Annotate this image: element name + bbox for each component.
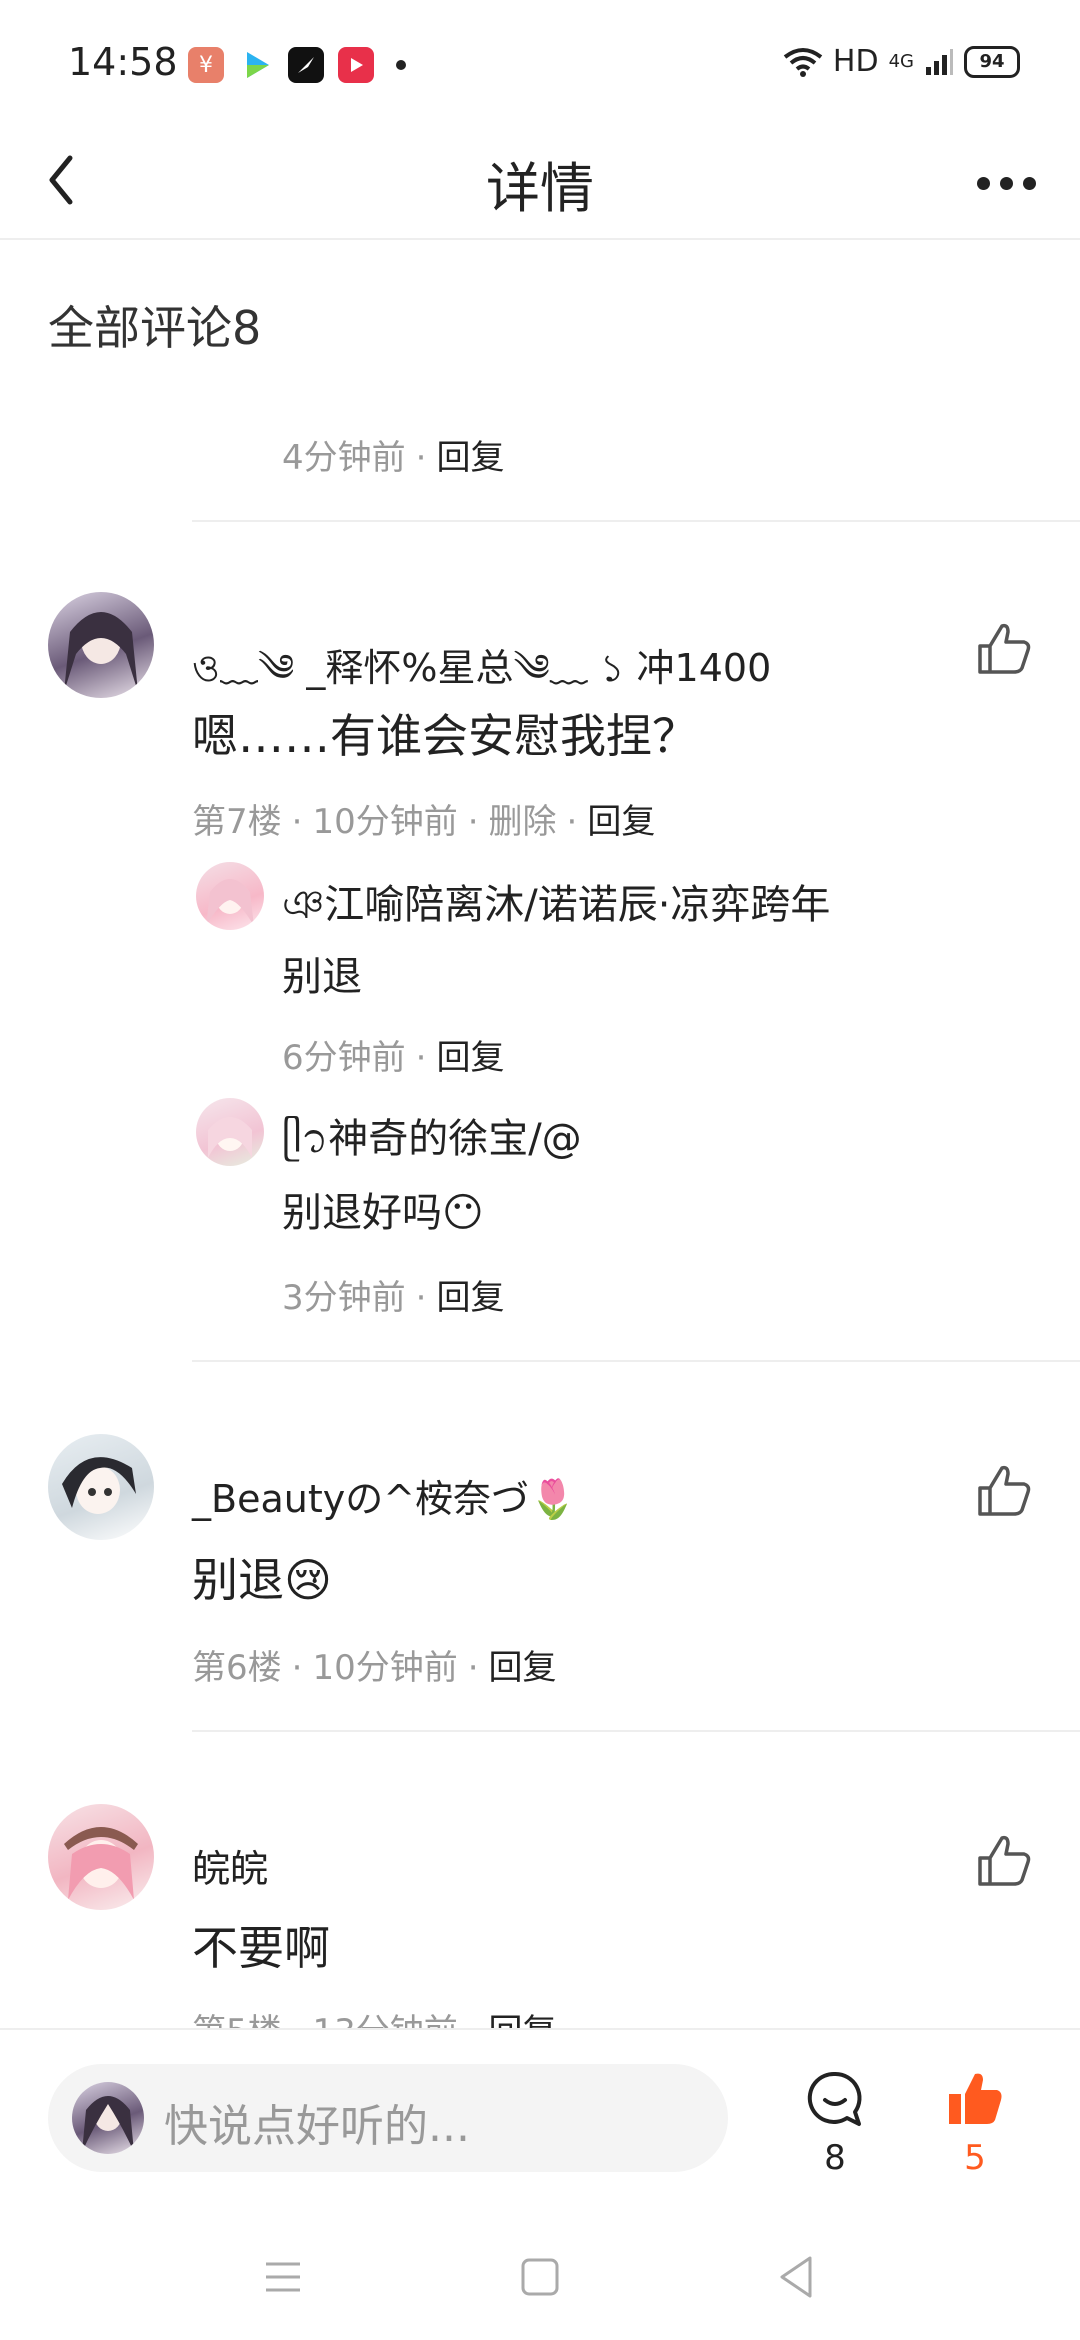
system-nav-bar	[0, 2230, 1080, 2320]
signal-label: 4G	[888, 51, 914, 72]
floor-number: 第7楼	[192, 802, 282, 842]
thumbs-up-filled-icon	[949, 2073, 1002, 2124]
divider	[192, 1360, 1080, 1362]
menu-nav-button[interactable]	[258, 2252, 308, 2302]
avatar[interactable]	[48, 1804, 154, 1910]
home-square-icon	[521, 2258, 559, 2296]
comment-count: 8	[824, 2138, 846, 2178]
avatar[interactable]	[48, 592, 154, 698]
comment-input[interactable]: 快说点好听的...	[48, 2064, 728, 2172]
comment-bubble-icon	[807, 2071, 862, 2126]
more-dot-icon	[1022, 176, 1036, 190]
comments-section-title: 全部评论8	[48, 301, 262, 355]
like-button[interactable]	[974, 1830, 1034, 1890]
comment-username[interactable]: 皖皖	[192, 1838, 268, 1893]
reply-avatar[interactable]	[196, 1098, 264, 1166]
comment-time: 10分钟前	[312, 1648, 458, 1688]
bottom-bar: 快说点好听的... 8 5	[0, 2028, 1080, 2178]
reply-meta: 3分钟前 · 回复	[282, 1278, 505, 1318]
page-title: 详情	[486, 157, 594, 220]
comment-username[interactable]: _Beautyの^桉奈づ🌷	[192, 1468, 576, 1523]
reply-meta: 6分钟前 · 回复	[282, 1038, 505, 1078]
back-triangle-icon	[780, 2256, 812, 2298]
thumbs-up-icon	[978, 1835, 1031, 1886]
comment-meta: 第6楼 · 10分钟前 · 回复	[192, 1648, 557, 1688]
reply-time: 4分钟前	[282, 438, 406, 478]
more-options-button[interactable]	[966, 148, 1046, 218]
nav-bar: 详情	[0, 130, 1080, 240]
status-bar: 14:58 ¥ HD 4G 94	[0, 0, 1080, 130]
comment-time: 10分钟前	[312, 802, 458, 842]
play-app-icon	[338, 47, 374, 83]
thumbs-up-icon	[978, 1465, 1031, 1516]
menu-icon	[266, 2262, 300, 2292]
notification-icons: ¥	[188, 47, 406, 83]
divider	[192, 520, 1080, 522]
network-label: HD	[832, 44, 879, 79]
wallet-app-icon: ¥	[188, 47, 224, 83]
like-button[interactable]	[974, 1460, 1034, 1520]
more-dot-icon	[999, 176, 1013, 190]
reply-link[interactable]: 回复	[436, 1278, 504, 1318]
delete-link[interactable]: 删除	[489, 802, 557, 842]
battery-indicator: 94	[964, 45, 1020, 78]
like-count-button[interactable]: 5	[940, 2068, 1010, 2178]
video-app-icon	[238, 47, 274, 83]
reply-time: 3分钟前	[282, 1278, 406, 1318]
comment-input-placeholder: 快说点好听的...	[164, 2101, 470, 2152]
reply-username[interactable]: ঞ江喻陪离沐/诺诺辰·凉弈跨年	[282, 872, 830, 940]
reply-link[interactable]: 回复	[587, 802, 655, 842]
avatar[interactable]	[48, 1434, 154, 1540]
back-nav-button[interactable]	[772, 2252, 822, 2302]
reply-text: 别退	[282, 954, 362, 1000]
user-avatar	[72, 2082, 144, 2154]
thumbs-up-icon	[978, 623, 1031, 674]
more-dot-icon	[976, 176, 990, 190]
comment-text: 别退😢	[192, 1553, 332, 1607]
reply-text: 别退好吗😶	[282, 1190, 484, 1236]
comment-text: 嗯……有谁会安慰我捏？	[192, 709, 698, 763]
status-time: 14:58	[68, 40, 178, 84]
feather-app-icon	[288, 47, 324, 83]
reply-username[interactable]: ᥫ᭡神奇的徐宝/@	[282, 1106, 582, 1182]
reply-link[interactable]: 回复	[436, 438, 504, 478]
home-nav-button[interactable]	[515, 2252, 565, 2302]
previous-reply-meta: 4分钟前 · 回复	[282, 438, 505, 478]
signal-icon	[926, 48, 953, 75]
battery-level: 94	[979, 51, 1005, 72]
comment-meta: 第7楼 · 10分钟前 · 删除 · 回复	[192, 802, 656, 842]
wifi-icon	[783, 47, 823, 77]
status-right: HD 4G 94	[783, 44, 1020, 79]
floor-number: 第6楼	[192, 1648, 282, 1688]
reply-link[interactable]: 回复	[489, 1648, 557, 1688]
divider	[192, 1730, 1080, 1732]
reply-link[interactable]: 回复	[436, 1038, 504, 1078]
reply-avatar[interactable]	[196, 862, 264, 930]
more-notifications-dot	[396, 60, 406, 70]
comment-text: 不要啊	[192, 1921, 330, 1975]
like-button[interactable]	[974, 618, 1034, 678]
comment-count-button[interactable]: 8	[800, 2068, 870, 2178]
reply-time: 6分钟前	[282, 1038, 406, 1078]
like-count: 5	[964, 2138, 986, 2178]
